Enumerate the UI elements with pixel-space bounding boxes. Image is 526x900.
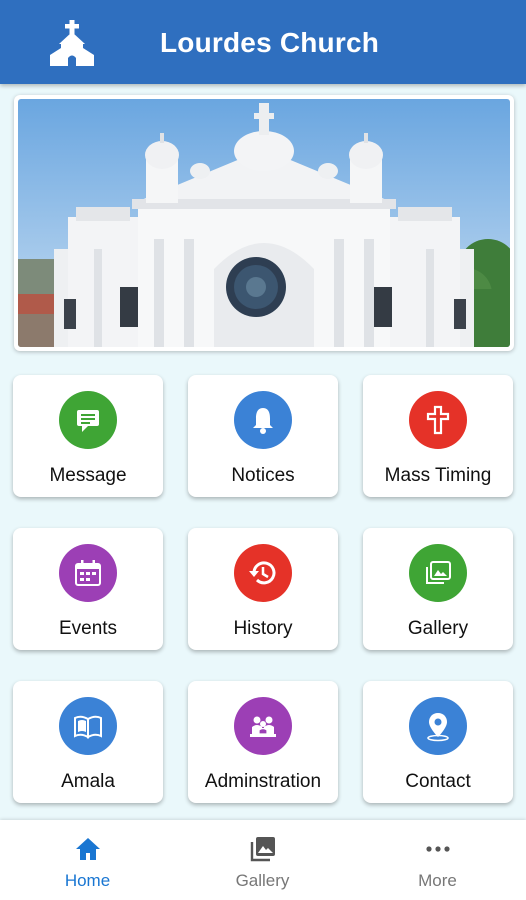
- nav-label: Gallery: [235, 871, 290, 890]
- gallery-icon: [409, 544, 467, 602]
- tile-contact[interactable]: Contact: [363, 681, 513, 803]
- tile-amala[interactable]: Amala: [13, 681, 163, 803]
- tile-label: Message: [49, 465, 127, 486]
- more-dots-icon: [425, 846, 450, 852]
- location-pin-icon: [409, 697, 467, 755]
- nav-label: More: [418, 871, 457, 890]
- tile-history[interactable]: History: [188, 528, 338, 650]
- home-icon: [75, 838, 100, 860]
- tile-events[interactable]: Events: [13, 528, 163, 650]
- tile-label: Mass Timing: [384, 465, 492, 486]
- church-logo-icon: [50, 20, 94, 66]
- book-icon: [59, 697, 117, 755]
- calendar-icon: [59, 544, 117, 602]
- church-photo: [18, 99, 510, 347]
- tile-mass-timing[interactable]: Mass Timing: [363, 375, 513, 497]
- bell-icon: [234, 391, 292, 449]
- bottom-navigation: Home Gallery More: [0, 820, 526, 900]
- tile-label: Amala: [61, 771, 115, 792]
- tile-label: Contact: [405, 771, 471, 792]
- people-icon: [234, 697, 292, 755]
- tile-label: Notices: [231, 465, 295, 486]
- tile-gallery[interactable]: Gallery: [363, 528, 513, 650]
- tile-notices[interactable]: Notices: [188, 375, 338, 497]
- message-icon: [59, 391, 117, 449]
- nav-label: Home: [64, 871, 111, 890]
- hero-image-card: [14, 95, 514, 351]
- nav-gallery[interactable]: Gallery: [175, 820, 350, 900]
- history-icon: [234, 544, 292, 602]
- tile-label: Adminstration: [204, 771, 322, 792]
- tile-label: History: [233, 618, 293, 639]
- tile-adminstration[interactable]: Adminstration: [188, 681, 338, 803]
- cross-icon: [409, 391, 467, 449]
- nav-home[interactable]: Home: [0, 820, 175, 900]
- tile-label: Events: [58, 618, 118, 639]
- tile-label: Gallery: [407, 618, 469, 639]
- photo-library-icon: [250, 837, 275, 862]
- app-bar: Lourdes Church: [0, 0, 526, 84]
- tile-message[interactable]: Message: [13, 375, 163, 497]
- app-title: Lourdes Church: [160, 27, 380, 58]
- nav-more[interactable]: More: [350, 820, 525, 900]
